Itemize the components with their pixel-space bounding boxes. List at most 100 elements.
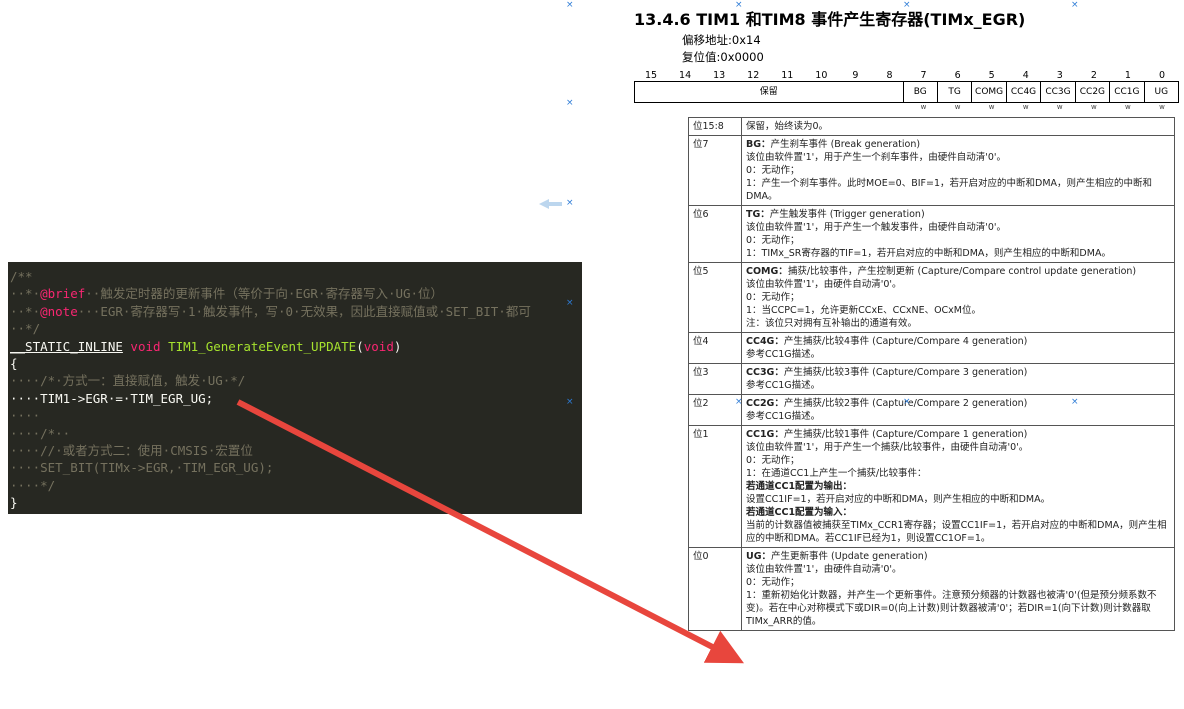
description-text: 参考CC1G描述。: [746, 411, 821, 422]
description-line: 注：该位只对拥有互补输出的通道有效。: [746, 317, 1170, 330]
bit-description: TG：产生触发事件 (Trigger generation) 该位由软件置'1'，…: [741, 205, 1175, 263]
bit-number: 14: [679, 70, 692, 81]
description-text: 该位由软件置'1'，用于产生一个捕获/比较事件，由硬件自动清'0'。: [746, 442, 1029, 453]
faint-arrow-icon: [539, 199, 562, 209]
description-line: 0：无动作；: [746, 454, 1170, 467]
bit-description: 保留，始终读为0。: [741, 117, 1175, 136]
description-line: 1：重新初始化计数器，并产生一个更新事件。注意预分频器的计数器也被清'0'(但是…: [746, 589, 1170, 628]
bit-position: 位6: [688, 205, 742, 263]
bit-numbers-row: 15 14 13 12 11 10 9 8 7 6 5 4 3 2 1 0: [634, 70, 1179, 81]
bit-position: 位4: [688, 332, 742, 364]
bit-number: 7: [920, 70, 927, 81]
marker-icon: ×: [566, 298, 574, 308]
description-line: 该位由软件置'1'，用于产生一个捕获/比较事件，由硬件自动清'0'。: [746, 441, 1170, 454]
bit-number: 8: [886, 70, 893, 81]
code-line-10: ····/*··: [10, 425, 71, 441]
table-row: 位4 CC4G：产生捕获/比较4事件 (Capture/Compare 4 gen…: [688, 332, 1175, 364]
code-line-4: ··*/: [10, 321, 41, 337]
bit-description: CC2G：产生捕获/比较2事件 (Capture/Compare 2 gener…: [741, 394, 1175, 426]
bit-position: 位1: [688, 425, 742, 548]
bit-position: 位7: [688, 135, 742, 206]
field-name: TG：: [746, 209, 770, 220]
code-editor-panel: /** ··*·@brief··触发定时器的更新事件（等价于向·EGR·寄存器写…: [8, 262, 582, 514]
bit-description: UG：产生更新事件 (Update generation) 该位由软件置'1'，由…: [741, 547, 1175, 631]
access-mode: w: [1090, 103, 1097, 111]
field-name: CC4G：: [746, 336, 784, 347]
description-line: 1：产生一个刹车事件。此时MOE=0、BIF=1，若开启对应的中断和DMA，则产…: [746, 177, 1170, 203]
field-name: CC1G：: [746, 429, 784, 440]
description-line: BG：产生刹车事件 (Break generation): [746, 138, 1170, 151]
bit-field-cc4g: CC4G: [1007, 82, 1042, 102]
field-name: CC3G：: [746, 367, 784, 378]
marker-icon: ×: [566, 0, 574, 10]
access-mode: w: [920, 103, 927, 111]
register-doc: 13.4.6 TIM1 和TIM8 事件产生寄存器(TIMx_EGR) 偏移地址…: [634, 6, 1179, 631]
bit-number: 4: [1022, 70, 1029, 81]
code-line-3: ··*·@note···EGR·寄存器写·1·触发事件，写·0·无效果，因此直接…: [10, 303, 531, 319]
description-text: 0：无动作；: [746, 455, 800, 466]
bit-number: 2: [1090, 70, 1097, 81]
marker-icon: ×: [735, 397, 743, 407]
field-name: UG：: [746, 551, 772, 562]
register-bitfield: 保留 BG TG COMG CC4G CC3G CC2G CC1G UG: [634, 81, 1179, 103]
bit-number: 6: [954, 70, 961, 81]
bit-field-cc3g: CC3G: [1041, 82, 1076, 102]
table-row: 位2 CC2G：产生捕获/比较2事件 (Capture/Compare 2 gen…: [688, 394, 1175, 426]
description-text: 参考CC1G描述。: [746, 380, 821, 391]
access-mode: w: [1125, 103, 1131, 111]
description-text: 该位由软件置'1'，由硬件自动清'0'。: [746, 279, 902, 290]
bit-position: 位15:8: [688, 117, 742, 136]
marker-icon: ×: [566, 98, 574, 108]
description-text: 捕获/比较事件，产生控制更新 (Capture/Compare control …: [787, 266, 1137, 277]
bit-number: 5: [988, 70, 995, 81]
access-mode: w: [1056, 103, 1063, 111]
description-text: 该位由软件置'1'，用于产生一个刹车事件，由硬件自动清'0'。: [746, 152, 1007, 163]
description-text: 0：无动作；: [746, 292, 800, 303]
table-row: 位5 COMG：捕获/比较事件，产生控制更新 (Capture/Compare c…: [688, 262, 1175, 333]
access-mode: w: [988, 103, 995, 111]
description-line: 0：无动作；: [746, 291, 1170, 304]
marker-icon: ×: [903, 397, 911, 407]
bit-position: 位0: [688, 547, 742, 631]
description-text: 0：无动作；: [746, 235, 800, 246]
reserved-field: 保留: [635, 82, 904, 102]
description-text: 0：无动作；: [746, 577, 800, 588]
description-text: 保留，始终读为0。: [746, 121, 829, 132]
description-line: UG：产生更新事件 (Update generation): [746, 550, 1170, 563]
access-mode: w: [1159, 103, 1165, 111]
bit-number: 11: [781, 70, 794, 81]
code-line-13: ····*/: [10, 477, 56, 493]
code-line-5: __STATIC_INLINE void TIM1_GenerateEvent_…: [10, 338, 402, 354]
marker-icon: ×: [566, 397, 574, 407]
description-line: CC2G：产生捕获/比较2事件 (Capture/Compare 2 gener…: [746, 397, 1170, 410]
bit-description: BG：产生刹车事件 (Break generation) 该位由软件置'1'，用于…: [741, 135, 1175, 206]
description-text: 产生更新事件 (Update generation): [771, 551, 928, 562]
description-line: 若通道CC1配置为输入：: [746, 506, 1170, 519]
marker-icon: ×: [566, 198, 574, 208]
bit-description: CC3G：产生捕获/比较3事件 (Capture/Compare 3 gener…: [741, 363, 1175, 395]
description-line: 该位由软件置'1'，由硬件自动清'0'。: [746, 563, 1170, 576]
description-text: 产生捕获/比较3事件 (Capture/Compare 3 generation…: [783, 367, 1028, 378]
description-line: 参考CC1G描述。: [746, 348, 1170, 361]
description-line: COMG：捕获/比较事件，产生控制更新 (Capture/Compare con…: [746, 265, 1170, 278]
description-text: 该位由软件置'1'，用于产生一个触发事件，由硬件自动清'0'。: [746, 222, 1007, 233]
bit-number: 13: [713, 70, 726, 81]
code-line-14: }: [10, 495, 18, 511]
offset-address: 偏移地址:0x14: [682, 33, 761, 47]
code-line-7: ····/*·方式一：直接赋值，触发·UG·*/: [10, 373, 246, 389]
code-line-2: ··*·@brief··触发定时器的更新事件（等价于向·EGR·寄存器写入·UG…: [10, 286, 444, 302]
bit-number: 1: [1124, 70, 1131, 81]
field-name: 若通道CC1配置为输入：: [746, 507, 853, 518]
reset-value: 复位值:0x0000: [682, 50, 764, 64]
description-line: 设置CC1IF=1，若开启对应的中断和DMA，则产生相应的中断和DMA。: [746, 493, 1170, 506]
description-line: TG：产生触发事件 (Trigger generation): [746, 208, 1170, 221]
table-row: 位15:8 保留，始终读为0。: [688, 117, 1175, 136]
code-line-9: ····: [10, 408, 41, 424]
description-line: 当前的计数器值被捕获至TIMx_CCR1寄存器；设置CC1IF=1，若开启对应的…: [746, 519, 1170, 545]
bit-number: 10: [815, 70, 828, 81]
description-text: 该位由软件置'1'，由硬件自动清'0'。: [746, 564, 902, 575]
description-text: 当前的计数器值被捕获至TIMx_CCR1寄存器；设置CC1IF=1，若开启对应的…: [746, 520, 1167, 544]
description-line: 0：无动作；: [746, 234, 1170, 247]
bit-field-comg: COMG: [972, 82, 1007, 102]
description-line: CC1G：产生捕获/比较1事件 (Capture/Compare 1 gener…: [746, 428, 1170, 441]
